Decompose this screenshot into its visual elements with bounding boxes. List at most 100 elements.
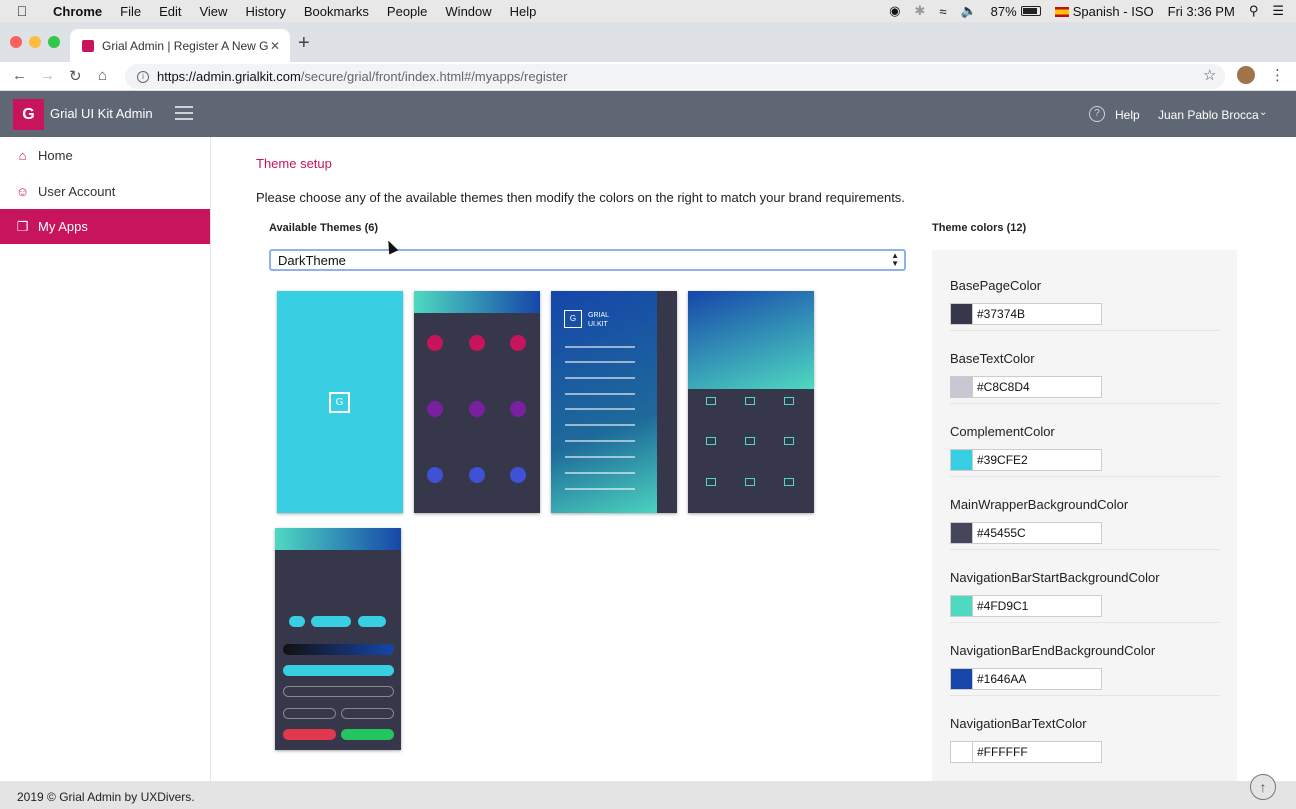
window-minimize-button[interactable] [29, 36, 41, 48]
page-title: Theme setup [256, 156, 332, 171]
menu-line [565, 456, 635, 458]
menu-edit[interactable]: Edit [150, 4, 190, 19]
color-input[interactable]: #45455C [950, 522, 1102, 544]
color-value: #45455C [977, 526, 1026, 540]
theme-thumbnail-controls[interactable] [275, 528, 401, 750]
grid-tile-icon [706, 437, 716, 445]
color-swatch[interactable] [951, 304, 973, 324]
theme-thumbnail-splash[interactable]: G [277, 291, 403, 513]
profile-avatar[interactable] [1237, 66, 1255, 84]
grid-tile-icon [706, 397, 716, 405]
tab-close-icon[interactable]: ✕ [270, 39, 280, 53]
user-menu[interactable]: Juan Pablo Brocca [1158, 108, 1259, 122]
menu-file[interactable]: File [111, 4, 150, 19]
record-icon[interactable]: ◉ [889, 3, 900, 19]
page-description: Please choose any of the available theme… [256, 190, 905, 205]
color-input[interactable]: #4FD9C1 [950, 595, 1102, 617]
color-value: #FFFFFF [977, 745, 1028, 759]
wifi-icon[interactable]: ≈ [939, 4, 946, 19]
favicon-icon [82, 39, 94, 52]
window-close-button[interactable] [10, 36, 22, 48]
menu-window[interactable]: Window [436, 4, 500, 19]
thumbnail-side-panel [657, 291, 677, 513]
menu-line [565, 440, 635, 442]
sidebar-item-label: Home [38, 148, 73, 163]
color-swatch[interactable] [951, 523, 973, 543]
menu-help[interactable]: Help [501, 4, 546, 19]
menu-people[interactable]: People [378, 4, 436, 19]
apple-icon[interactable]:  [0, 3, 44, 19]
color-input[interactable]: #39CFE2 [950, 449, 1102, 471]
hamburger-menu-icon[interactable] [175, 106, 193, 120]
color-row-main-wrapper: MainWrapperBackgroundColor #45455C [950, 477, 1220, 550]
menu-bookmarks[interactable]: Bookmarks [295, 4, 378, 19]
theme-thumbnail-welcome[interactable] [688, 291, 814, 513]
menu-line [565, 393, 635, 395]
sidebar-item-my-apps[interactable]: ❐ My Apps [0, 209, 210, 244]
sidebar-item-user-account[interactable]: ☺ User Account [0, 174, 210, 209]
accept-button-preview [341, 729, 394, 740]
forward-icon[interactable]: → [40, 67, 55, 84]
color-input[interactable]: #1646AA [950, 668, 1102, 690]
home-browser-icon[interactable]: ⌂ [98, 67, 107, 84]
dashboard-tile-icon [427, 467, 443, 483]
bookmark-star-icon[interactable]: ☆ [1203, 66, 1216, 84]
grid-tile-icon [745, 397, 755, 405]
app-header: G Grial UI Kit Admin ? Help Juan Pablo B… [0, 91, 1296, 137]
color-input[interactable]: #37374B [950, 303, 1102, 325]
color-swatch[interactable] [951, 450, 973, 470]
volume-icon[interactable]: 🔈 [960, 3, 976, 19]
theme-select[interactable]: DarkTheme ▲ ▼ [269, 249, 906, 271]
app-title[interactable]: Grial UI Kit Admin [50, 106, 153, 121]
color-input[interactable]: #FFFFFF [950, 741, 1102, 763]
menu-view[interactable]: View [190, 4, 236, 19]
battery-icon[interactable] [1020, 6, 1041, 16]
thumbnail-hero [688, 291, 814, 389]
help-link[interactable]: Help [1115, 108, 1140, 122]
theme-thumbnail-dashboard[interactable] [414, 291, 540, 513]
color-swatch[interactable] [951, 596, 973, 616]
tag-pill [289, 616, 305, 627]
url-bar[interactable]: i https://admin.grialkit.com/secure/gria… [125, 64, 1225, 89]
dashboard-tile-icon [469, 401, 485, 417]
outline-button-preview [341, 708, 394, 719]
menu-app-name[interactable]: Chrome [44, 4, 111, 19]
chevron-down-icon[interactable]: ⌄ [1259, 107, 1267, 118]
menu-line [565, 346, 635, 348]
battery-percent[interactable]: 87% [991, 4, 1017, 19]
scroll-to-top-icon[interactable]: ↑ [1250, 774, 1276, 800]
reload-icon[interactable]: ↻ [69, 67, 82, 85]
input-source[interactable]: Spanish - ISO [1054, 4, 1154, 19]
color-input[interactable]: #C8C8D4 [950, 376, 1102, 398]
sidebar-item-home[interactable]: ⌂ Home [0, 138, 210, 173]
color-value: #39CFE2 [977, 453, 1028, 467]
theme-colors-label: Theme colors (12) [932, 222, 1027, 234]
site-info-icon[interactable]: i [137, 70, 149, 83]
spotlight-search-icon[interactable]: ⚲ [1249, 3, 1259, 19]
new-tab-button[interactable]: + [298, 32, 310, 55]
color-name: NavigationBarEndBackgroundColor [950, 643, 1156, 658]
grial-logo[interactable]: G [13, 99, 44, 130]
color-swatch[interactable] [951, 742, 973, 762]
menu-line [565, 472, 635, 474]
menu-history[interactable]: History [236, 4, 294, 19]
color-row-navbar-end: NavigationBarEndBackgroundColor #1646AA [950, 623, 1220, 696]
notification-center-icon[interactable]: ☰ [1272, 3, 1284, 19]
color-value: #1646AA [977, 672, 1027, 686]
color-swatch[interactable] [951, 669, 973, 689]
back-icon[interactable]: ← [12, 67, 27, 84]
help-icon[interactable]: ? [1089, 106, 1105, 122]
color-swatch[interactable] [951, 377, 973, 397]
grid-tile-icon [784, 437, 794, 445]
color-name: BaseTextColor [950, 351, 1035, 366]
sidebar: ⌂ Home ☺ User Account ❐ My Apps [0, 137, 211, 781]
dashboard-tile-icon [469, 335, 485, 351]
outline-button-preview [283, 708, 336, 719]
browser-menu-icon[interactable]: ⋮ [1270, 66, 1285, 84]
color-row-navbar-text: NavigationBarTextColor #FFFFFF [950, 696, 1220, 769]
bluetooth-icon[interactable]: ✱ [914, 3, 925, 19]
clock[interactable]: Fri 3:36 PM [1168, 4, 1235, 19]
browser-tab-active[interactable]: Grial Admin | Register A New G ✕ [70, 29, 290, 62]
window-zoom-button[interactable] [48, 36, 60, 48]
theme-thumbnail-menu[interactable]: G GRIAL UI.KIT [551, 291, 677, 513]
